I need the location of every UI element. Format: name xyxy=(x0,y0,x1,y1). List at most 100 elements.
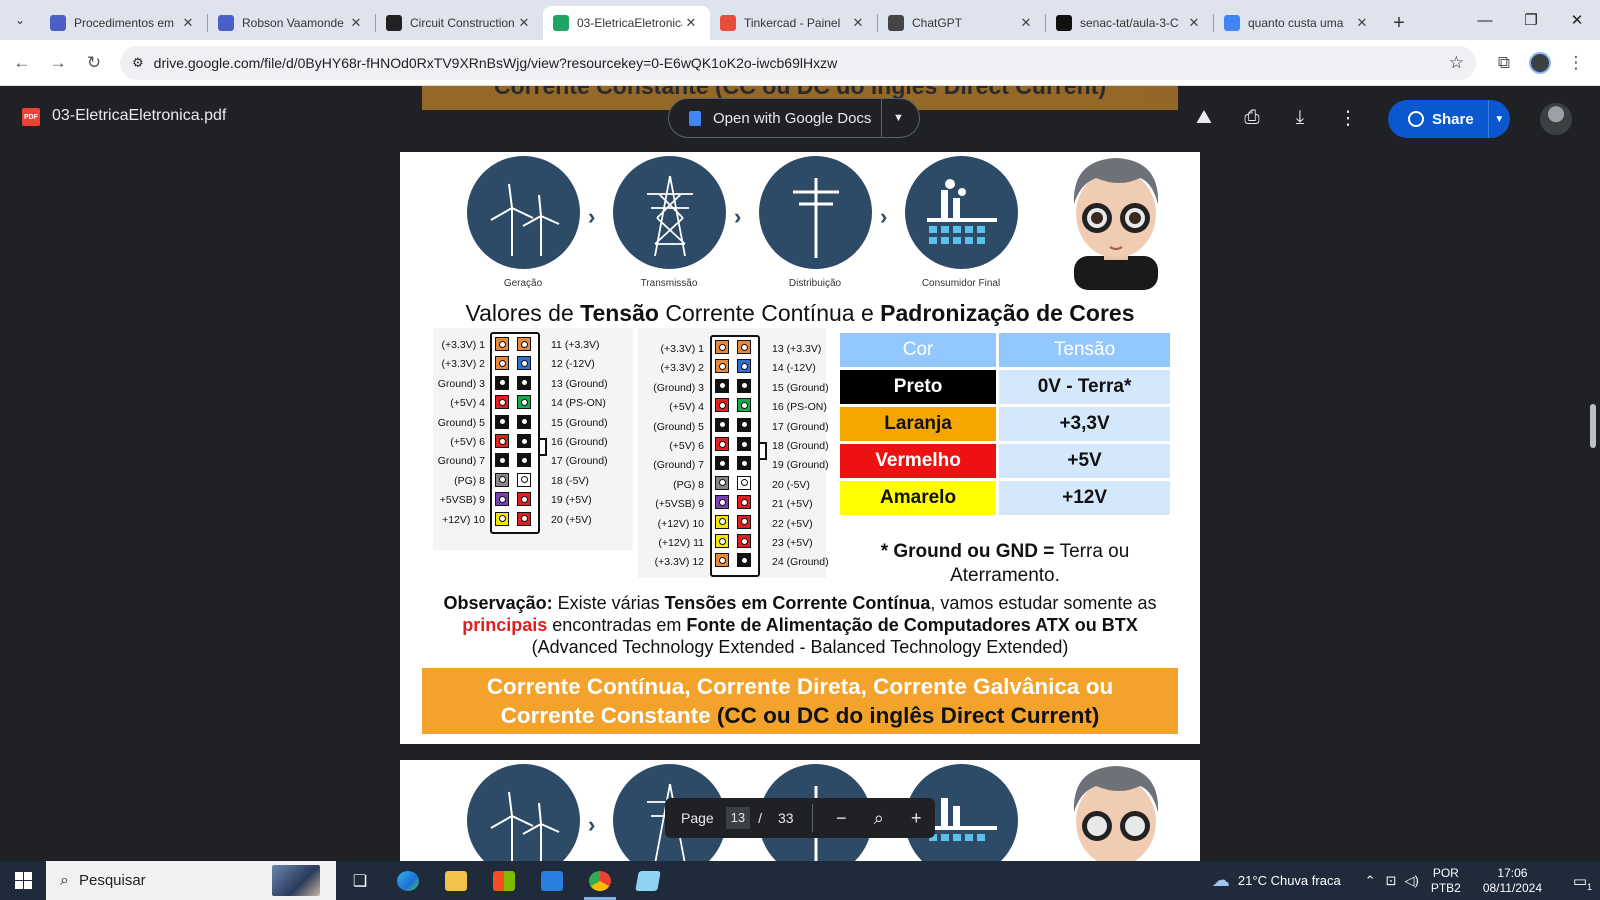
connector-pin xyxy=(715,475,729,490)
site-info-icon[interactable]: ⚙ xyxy=(132,55,144,71)
url-text[interactable]: drive.google.com/file/d/0ByHY68r-fHNOd0R… xyxy=(154,55,1449,71)
pin-labels-24-right: 13 (+3.3V) 14 (-12V) 15 (Ground) 16 (PS-ON)… xyxy=(772,340,829,573)
color-cell: Vermelho xyxy=(840,444,997,478)
bookmark-star-icon[interactable]: ☆ xyxy=(1449,53,1464,73)
reload-button[interactable]: ↻ xyxy=(76,45,112,81)
maximize-button[interactable]: ❐ xyxy=(1508,0,1554,40)
chevron-up-icon[interactable]: ⌃ xyxy=(1365,873,1376,889)
close-tab-icon[interactable]: ✕ xyxy=(849,15,867,31)
omnibox[interactable]: ⚙ drive.google.com/file/d/0ByHY68r-fHNOd… xyxy=(120,45,1476,80)
pin-label: 11 (+3.3V) xyxy=(551,339,600,351)
pin-label: 13 (Ground) xyxy=(551,377,608,390)
band-line-1: Corrente Contínua, Corrente Direta, Corr… xyxy=(486,674,1114,699)
connector-pin xyxy=(737,417,751,432)
network-icon[interactable]: ⊡ xyxy=(1386,873,1397,889)
zoom-out-button[interactable]: − xyxy=(822,808,860,829)
connector-pin xyxy=(517,453,531,468)
open-with-google-docs-button[interactable]: Open with Google Docs ▼ xyxy=(668,98,920,138)
pin-label: 19 (Ground) xyxy=(772,459,829,472)
connector-pin xyxy=(737,514,751,529)
close-tab-icon[interactable]: ✕ xyxy=(179,15,197,31)
close-tab-icon[interactable]: ✕ xyxy=(1185,15,1203,31)
voltage-cell: +5V xyxy=(999,444,1170,478)
pin-label: 13 (+3.3V) xyxy=(772,343,822,355)
lang-line-1: POR xyxy=(1432,865,1459,880)
connector-pin xyxy=(737,534,751,548)
close-tab-icon[interactable]: ✕ xyxy=(515,15,533,31)
volume-icon[interactable]: ◁) xyxy=(1404,873,1418,889)
voltage-cell: 0V - Terra* xyxy=(999,370,1170,404)
zoom-icon[interactable]: ⌕ xyxy=(860,808,898,829)
ground-note-bold: * Ground ou GND = xyxy=(880,541,1060,562)
browser-tab[interactable]: Circuit Construction ✕ xyxy=(376,6,543,40)
connector-pin xyxy=(495,492,509,507)
store-app[interactable] xyxy=(480,861,528,900)
atx-24-pin-connector xyxy=(710,335,760,577)
print-icon[interactable]: ⎙ xyxy=(1238,104,1266,132)
close-tab-icon[interactable]: ✕ xyxy=(682,15,700,31)
browser-tab[interactable]: senac-tat/aula-3-C ✕ xyxy=(1046,6,1213,40)
pin-label: (+5V) 6 xyxy=(669,439,704,452)
tab-search-button[interactable]: ⌄ xyxy=(0,0,40,40)
notepad-app[interactable] xyxy=(624,861,672,900)
browser-tab[interactable]: Tinkercad - Painel ✕ xyxy=(710,6,877,40)
window-controls: — ❐ ✕ xyxy=(1462,0,1600,40)
language-indicator[interactable]: POR PTB2 xyxy=(1431,866,1461,896)
start-button[interactable] xyxy=(0,861,46,900)
clock-date: 08/11/2024 xyxy=(1482,880,1542,895)
system-tray: ☁ 21°C Chuva fraca ⌃ ⊡ ◁) POR PTB2 17:06… xyxy=(1212,861,1600,900)
close-window-button[interactable]: ✕ xyxy=(1554,0,1600,40)
open-with-dropdown-button[interactable]: ▼ xyxy=(882,112,914,124)
more-options-icon[interactable]: ⋮ xyxy=(1334,104,1362,132)
mail-icon xyxy=(541,870,563,891)
page-number-input[interactable]: 13 xyxy=(725,807,751,829)
download-icon[interactable]: ⤓ xyxy=(1286,104,1314,132)
pin-label: 23 (+5V) xyxy=(772,536,813,549)
browser-tab[interactable]: 03-EletricaEletronica ✕ xyxy=(543,6,710,40)
connector-pin xyxy=(715,495,729,510)
account-avatar[interactable] xyxy=(1540,103,1572,135)
title-part: Padronização de Cores xyxy=(880,300,1135,326)
chrome-app[interactable] xyxy=(576,861,624,900)
notification-center-button[interactable]: ▭ 1 xyxy=(1560,861,1600,900)
browser-tab[interactable]: ChatGPT ✕ xyxy=(878,6,1045,40)
dc-definition-band: Corrente Contínua, Corrente Direta, Corr… xyxy=(422,668,1178,734)
forward-button[interactable]: → xyxy=(40,45,76,81)
pin-label: (+3.3V) 2 xyxy=(441,358,485,371)
edge-app[interactable] xyxy=(384,861,432,900)
connector-pin xyxy=(495,453,509,468)
tinkercad-icon xyxy=(720,15,736,31)
extensions-button[interactable]: ⧉ xyxy=(1486,45,1522,81)
page-total: 33 xyxy=(777,810,794,826)
minimize-button[interactable]: — xyxy=(1462,0,1508,40)
close-tab-icon[interactable]: ✕ xyxy=(1353,15,1371,31)
page-label: Page xyxy=(681,810,714,826)
weather-text[interactable]: 21°C Chuva fraca xyxy=(1238,873,1341,888)
clock[interactable]: 17:06 08/11/2024 xyxy=(1483,866,1542,896)
vertical-scrollbar-thumb[interactable] xyxy=(1590,404,1596,448)
mail-app[interactable] xyxy=(528,861,576,900)
profile-button[interactable] xyxy=(1522,45,1558,81)
zoom-in-button[interactable]: + xyxy=(897,808,935,829)
add-to-drive-icon[interactable]: ⛰ xyxy=(1190,104,1218,132)
task-view-button[interactable]: ❏ xyxy=(336,861,384,900)
obs-part: Tensões em Corrente Contínua xyxy=(664,593,931,613)
taskbar-search-box[interactable]: ⌕ Pesquisar xyxy=(46,861,336,900)
new-tab-button[interactable]: + xyxy=(1381,6,1417,40)
share-button[interactable]: Share ▼ xyxy=(1388,100,1510,138)
browser-tab[interactable]: Robson Vaamonde ✕ xyxy=(208,6,375,40)
browser-tab[interactable]: Procedimentos em ✕ xyxy=(40,6,207,40)
browser-tab[interactable]: quanto custa uma ✕ xyxy=(1214,6,1381,40)
back-button[interactable]: ← xyxy=(4,45,40,81)
kebab-menu-icon: ⋮ xyxy=(1567,52,1585,72)
energy-chain-icons: Geração › Transmissão › Distribuição › C… xyxy=(400,152,1200,292)
file-explorer-app[interactable] xyxy=(432,861,480,900)
close-tab-icon[interactable]: ✕ xyxy=(347,15,365,31)
chrome-menu-button[interactable]: ⋮ xyxy=(1558,45,1594,81)
pin-label: (PG) 8 xyxy=(673,478,704,491)
voltage-cell: +12V xyxy=(999,481,1170,515)
tab-title: ChatGPT xyxy=(912,16,963,30)
close-tab-icon[interactable]: ✕ xyxy=(1017,15,1035,31)
share-dropdown-button[interactable]: ▼ xyxy=(1489,114,1510,125)
close-icon: ✕ xyxy=(1570,12,1584,29)
